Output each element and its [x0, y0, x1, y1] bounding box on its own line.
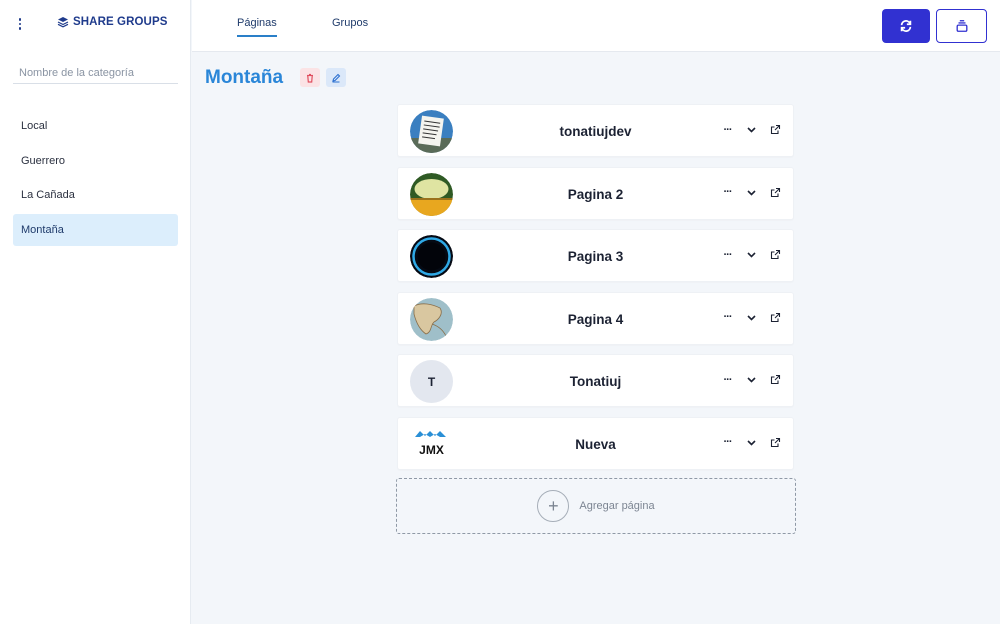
tab-paginas[interactable]: Páginas — [237, 17, 277, 37]
sync-icon — [900, 20, 912, 32]
stack-icon — [956, 20, 967, 32]
page-actions: ··· — [722, 187, 781, 198]
more-icon[interactable]: ··· — [722, 374, 733, 385]
page-card[interactable]: tonatiujdev ··· — [397, 104, 794, 157]
category-item-guerrero[interactable]: Guerrero — [13, 145, 178, 177]
stack-button[interactable] — [936, 9, 987, 43]
category-title: Montaña — [205, 67, 284, 88]
plus-icon: + — [537, 490, 570, 522]
page-actions: ··· — [722, 124, 781, 135]
page-card[interactable]: Pagina 3 ··· — [397, 229, 794, 283]
more-icon[interactable]: ··· — [722, 249, 733, 260]
trash-icon — [307, 73, 313, 83]
tab-grupos[interactable]: Grupos — [332, 17, 368, 35]
brand-name: SHARE GROUPS — [73, 16, 168, 28]
page-actions: ··· — [722, 249, 781, 260]
external-link-icon[interactable] — [770, 437, 781, 448]
pencil-icon — [332, 73, 341, 82]
chevron-down-icon[interactable] — [746, 187, 757, 198]
chevron-down-icon[interactable] — [746, 437, 757, 448]
tab-label: Páginas — [237, 17, 277, 29]
top-bar: Páginas Grupos — [192, 0, 1000, 52]
category-item-montana[interactable]: Montaña — [13, 213, 178, 246]
add-page-label: Agregar página — [579, 500, 655, 512]
page-actions: ··· — [722, 312, 781, 323]
page-actions: ··· — [722, 374, 781, 385]
brand: SHARE GROUPS — [57, 16, 168, 28]
category-item-la-canada[interactable]: La Cañada — [13, 179, 178, 211]
page-card[interactable]: JMX Nueva ··· — [397, 416, 794, 470]
sidebar: SHARE GROUPS Local Guerrero La Cañada Mo… — [0, 0, 191, 624]
tab-label: Grupos — [332, 17, 369, 29]
more-icon[interactable]: ··· — [722, 187, 733, 198]
edit-category-button[interactable] — [326, 68, 346, 87]
page-card[interactable]: Pagina 2 ··· — [397, 166, 794, 220]
page-list: tonatiujdev ··· Pagina 2 ··· Pagina 3 ··… — [397, 104, 794, 480]
category-item-label: Guerrero — [21, 154, 66, 167]
sync-button[interactable] — [882, 9, 930, 43]
chevron-down-icon[interactable] — [746, 312, 757, 323]
category-item-label: Local — [21, 120, 48, 132]
page-actions: ··· — [722, 437, 781, 448]
external-link-icon[interactable] — [770, 187, 781, 198]
category-item-label: Montaña — [21, 223, 64, 236]
external-link-icon[interactable] — [770, 124, 781, 135]
more-icon[interactable]: ··· — [722, 124, 733, 135]
external-link-icon[interactable] — [770, 249, 781, 260]
external-link-icon[interactable] — [770, 312, 781, 323]
add-page-button[interactable]: + Agregar página — [396, 478, 796, 534]
chevron-down-icon[interactable] — [746, 374, 757, 385]
chevron-down-icon[interactable] — [746, 124, 757, 135]
external-link-icon[interactable] — [770, 374, 781, 385]
more-icon[interactable]: ··· — [722, 312, 733, 323]
category-list: Local Guerrero La Cañada Montaña — [13, 110, 178, 248]
chevron-down-icon[interactable] — [746, 249, 757, 260]
page-card[interactable]: T Tonatiuj ··· — [397, 354, 794, 408]
more-icon[interactable]: ··· — [722, 437, 733, 448]
category-search-input[interactable] — [13, 62, 178, 84]
layers-icon — [57, 17, 69, 28]
delete-category-button[interactable] — [300, 68, 320, 87]
page-card[interactable]: Pagina 4 ··· — [397, 291, 794, 345]
kebab-menu-icon[interactable] — [16, 16, 24, 32]
category-item-label: La Cañada — [21, 189, 75, 202]
category-item-local[interactable]: Local — [13, 110, 178, 142]
